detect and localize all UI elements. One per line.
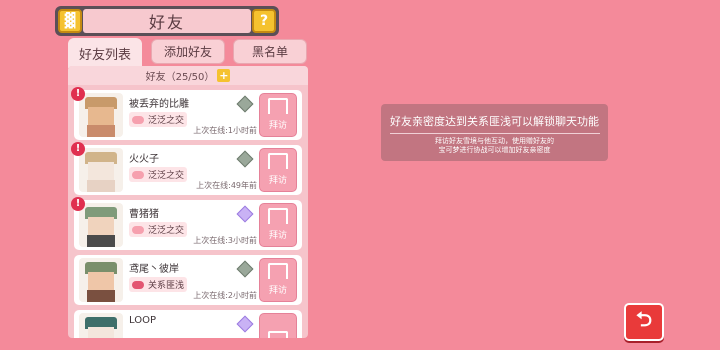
relation-badge: 泛泛之交 [129, 167, 187, 182]
friend-count: 好友（25/50） [145, 72, 215, 83]
alert-icon: ! [71, 87, 85, 101]
page-title: 好友 [148, 13, 185, 32]
friend-name: 鸢尾丶彼岸 [129, 264, 179, 275]
friend-name: LOOP [129, 315, 156, 326]
info-line-2: 宝可梦进行协战可以增加好友亲密度 [438, 146, 551, 154]
door-icon [268, 98, 288, 114]
heart-icon [132, 115, 144, 124]
relation-badge: 泛泛之交 [129, 112, 187, 127]
door-icon [268, 153, 288, 169]
heart-icon [132, 170, 144, 179]
gem-icon [236, 315, 254, 333]
tab-friend-list[interactable]: 好友列表 [68, 38, 142, 68]
friend-row[interactable]: ! 曹猪猪 泛泛之交 上次在线:3小时前 拜访 [71, 197, 302, 250]
avatar [79, 313, 123, 338]
title-panel: 好友 [83, 9, 251, 33]
friend-row[interactable]: ! 被丢弃的比雕 泛泛之交 上次在线:1小时前 拜访 [71, 87, 302, 140]
friend-name: 被丢弃的比雕 [129, 99, 189, 110]
heart-icon [132, 280, 144, 289]
title-bar: ▓ 好友 ? [55, 6, 279, 36]
friend-name: 火火子 [129, 154, 159, 165]
alert-icon: ! [71, 197, 85, 211]
door-icon [268, 263, 288, 279]
avatar [79, 93, 123, 137]
back-button[interactable]: ⮌ [624, 303, 664, 341]
visit-button[interactable] [259, 313, 297, 338]
gem-icon [236, 205, 254, 223]
last-online: 上次在线:2小时前 [193, 291, 257, 300]
friend-row[interactable]: ! 火火子 泛泛之交 上次在线:49年前 拜访 [71, 142, 302, 195]
friend-row[interactable]: 鸢尾丶彼岸 关系匪浅 上次在线:2小时前 拜访 [74, 255, 302, 305]
friend-count-bar: 好友（25/50） + [68, 66, 308, 85]
avatar [79, 258, 123, 302]
info-line-1: 拜访好友雪境与他互动，使用赠好友的 [435, 137, 554, 145]
friend-row[interactable]: LOOP [74, 310, 302, 338]
door-icon [268, 331, 288, 338]
last-online: 上次在线:1小时前 [193, 126, 257, 135]
friend-name: 曹猪猪 [129, 209, 159, 220]
visit-button[interactable]: 拜访 [259, 93, 297, 137]
gem-icon [236, 150, 254, 168]
last-online: 上次在线:3小时前 [193, 236, 257, 245]
help-icon[interactable]: ? [252, 9, 276, 33]
door-icon [268, 208, 288, 224]
tab-add-friend[interactable]: 添加好友 [151, 39, 225, 64]
tab-blacklist[interactable]: 黑名单 [233, 39, 307, 64]
friends-icon: ▓ [58, 9, 82, 33]
relation-badge: 关系匪浅 [129, 277, 187, 292]
friend-list-panel[interactable]: 好友（25/50） + ! 被丢弃的比雕 泛泛之交 上次在线:1小时前 拜访 !… [68, 66, 308, 338]
back-arrow-icon: ⮌ [635, 307, 653, 331]
visit-button[interactable]: 拜访 [259, 148, 297, 192]
alert-icon: ! [71, 142, 85, 156]
intimacy-info-card: 好友亲密度达到关系匪浅可以解锁聊天功能 拜访好友雪境与他互动，使用赠好友的 宝可… [381, 104, 608, 161]
visit-button[interactable]: 拜访 [259, 258, 297, 302]
relation-badge: 泛泛之交 [129, 222, 187, 237]
avatar [79, 148, 123, 192]
info-divider [389, 133, 600, 134]
visit-button[interactable]: 拜访 [259, 203, 297, 247]
gem-icon [236, 95, 254, 113]
add-friend-plus-icon[interactable]: + [217, 69, 231, 82]
last-online: 上次在线:49年前 [196, 181, 257, 190]
gem-icon [236, 260, 254, 278]
avatar [79, 203, 123, 247]
heart-icon [132, 225, 144, 234]
info-title: 好友亲密度达到关系匪浅可以解锁聊天功能 [390, 115, 599, 128]
